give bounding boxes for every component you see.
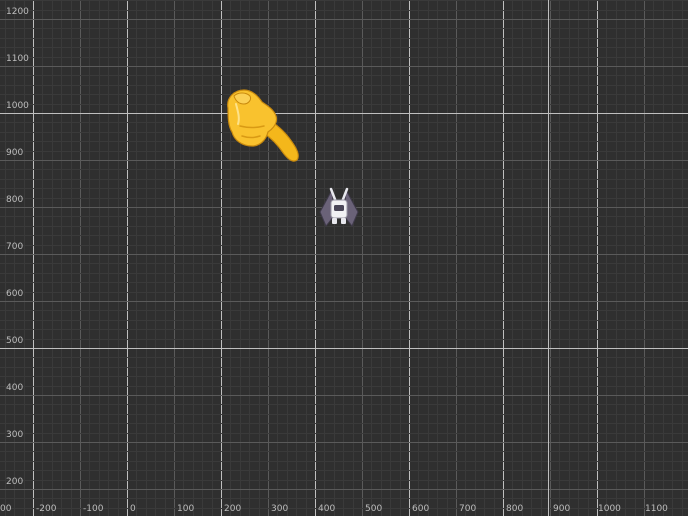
editor-viewport[interactable]: 1200 1100 1000 900 800 700 600 500 400 3…	[0, 0, 688, 516]
x-label-100: 100	[177, 504, 195, 514]
y-label-1000: 1000	[6, 101, 29, 111]
y-label-200: 200	[6, 477, 24, 487]
spaceship-sprite[interactable]	[316, 186, 362, 230]
y-label-1200: 1200	[6, 7, 29, 17]
y-label-700: 700	[6, 242, 24, 252]
x-label-1000: 1000	[598, 504, 621, 514]
x-label-00: 00	[0, 504, 12, 514]
x-label-600: 600	[412, 504, 430, 514]
y-label-400: 400	[6, 383, 24, 393]
y-label-900: 900	[6, 148, 24, 158]
y-label-500: 500	[6, 336, 24, 346]
grid-canvas	[0, 0, 688, 516]
x-label-200: 200	[224, 504, 242, 514]
x-label-500: 500	[365, 504, 383, 514]
x-label-800: 800	[506, 504, 524, 514]
pointing-hand-icon[interactable]	[218, 82, 308, 172]
x-label-700: 700	[459, 504, 477, 514]
x-label-1100: 1100	[645, 504, 668, 514]
x-label-300: 300	[271, 504, 289, 514]
y-label-800: 800	[6, 195, 24, 205]
y-label-600: 600	[6, 289, 24, 299]
x-label-minus-100: -100	[83, 504, 104, 514]
x-label-minus-200: -200	[36, 504, 57, 514]
x-label-400: 400	[318, 504, 336, 514]
y-label-300: 300	[6, 430, 24, 440]
y-label-1100: 1100	[6, 54, 29, 64]
x-label-900: 900	[553, 504, 571, 514]
x-label-0: 0	[130, 504, 136, 514]
